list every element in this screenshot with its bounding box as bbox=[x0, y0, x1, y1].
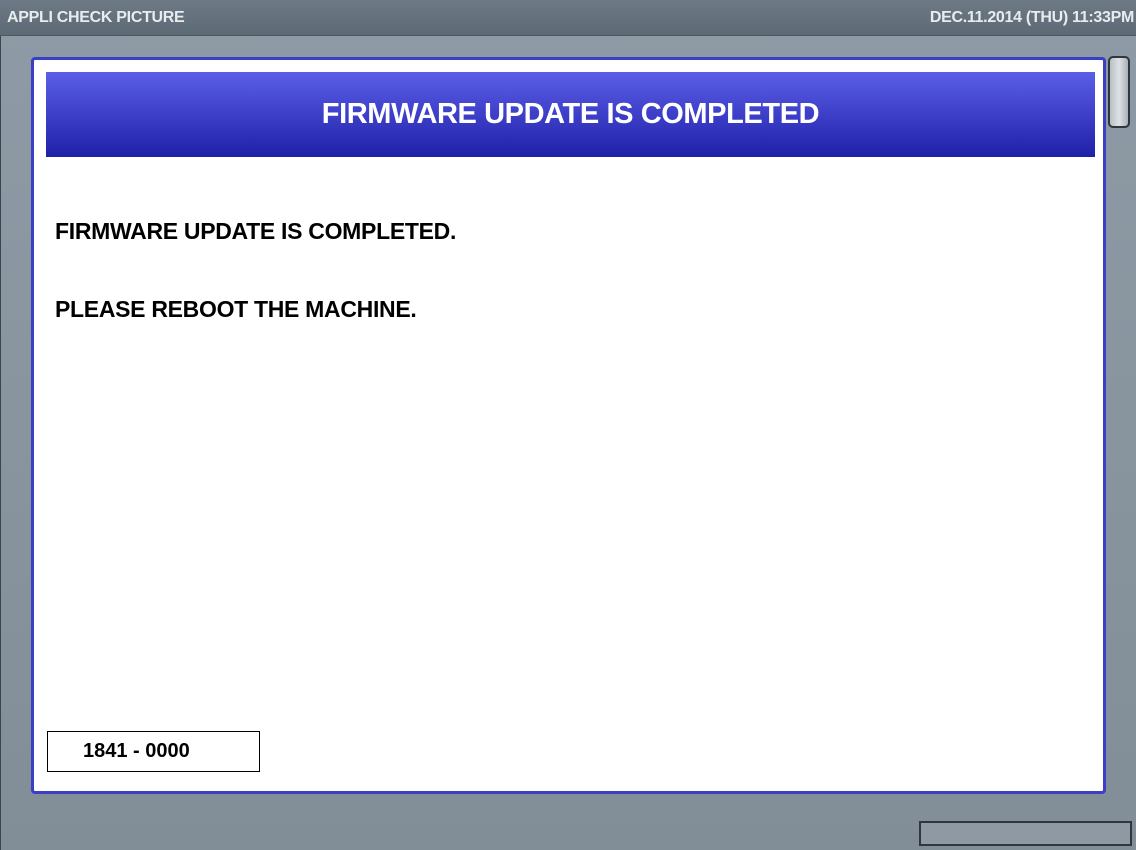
top-bar: APPLI CHECK PICTURE DEC.11.2014 (THU) 11… bbox=[0, 0, 1136, 36]
message-reboot: PLEASE REBOOT THE MACHINE. bbox=[55, 296, 417, 322]
dialog-header: FIRMWARE UPDATE IS COMPLETED bbox=[46, 72, 1095, 157]
firmware-dialog: FIRMWARE UPDATE IS COMPLETED FIRMWARE UP… bbox=[31, 57, 1106, 794]
message-completed: FIRMWARE UPDATE IS COMPLETED. bbox=[55, 218, 457, 244]
error-code: 1841 - 0000 bbox=[83, 740, 190, 762]
dialog-title: FIRMWARE UPDATE IS COMPLETED bbox=[321, 98, 820, 130]
scroll-handle[interactable] bbox=[1108, 56, 1130, 128]
error-code-box: 1841 - 0000 bbox=[47, 731, 260, 772]
datetime-display: DEC.11.2014 (THU) 11:33PM bbox=[929, 9, 1134, 26]
status-indicator bbox=[919, 821, 1132, 846]
app-title: APPLI CHECK PICTURE bbox=[7, 9, 185, 26]
